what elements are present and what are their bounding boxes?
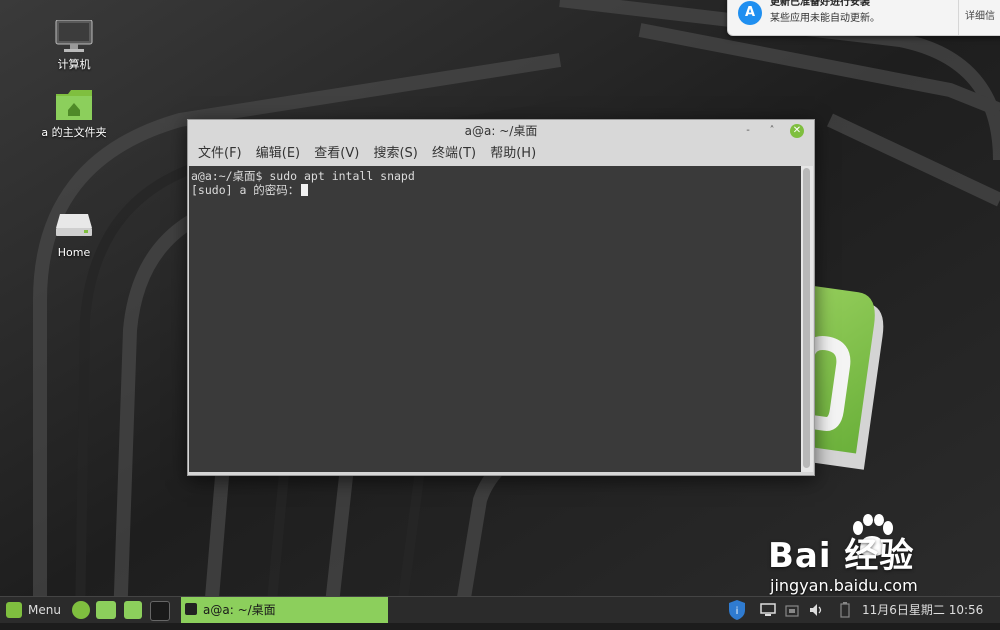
terminal-line: [sudo] a 的密码： xyxy=(191,183,300,197)
menu-edit[interactable]: 编辑(E) xyxy=(256,142,300,166)
battery-icon[interactable] xyxy=(838,597,852,623)
terminal-output[interactable]: a@a:~/桌面$ sudo apt intall snapd [sudo] a… xyxy=(189,166,801,472)
terminal-window[interactable]: a@a: ~/桌面 - ˄ ✕ 文件(F) 编辑(E) 查看(V) 搜索(S) … xyxy=(187,119,815,476)
desktop-icon-label: 计算机 xyxy=(57,58,91,71)
clock[interactable]: 11月6日星期二 10:56 xyxy=(862,597,983,623)
show-desktop-icon[interactable] xyxy=(72,601,90,619)
scrollbar-thumb[interactable] xyxy=(803,168,810,468)
menu-button-label: Menu xyxy=(28,603,61,617)
update-notification[interactable]: A 更新已准备好进行安装 某些应用未能自动更新。 详细信 xyxy=(727,0,1000,36)
notification-body: 某些应用未能自动更新。 xyxy=(770,13,880,24)
shield-icon[interactable]: i xyxy=(728,597,746,623)
menu-terminal[interactable]: 终端(T) xyxy=(432,142,476,166)
desktop-icon-home-drive[interactable]: Home xyxy=(29,210,119,259)
volume-icon[interactable] xyxy=(808,597,824,623)
desktop-icon-home-folder[interactable]: a 的主文件夹 xyxy=(29,88,119,140)
menu-button[interactable]: Menu xyxy=(2,597,62,623)
taskbar: Menu a@a: ~/桌面 i 11月6日星期二 10:56 xyxy=(0,596,1000,623)
watermark-url: jingyan.baidu.com xyxy=(770,576,918,595)
notification-title: 更新已准备好进行安装 xyxy=(770,0,870,8)
computer-icon xyxy=(54,19,94,52)
baidu-watermark: Bai 经验 jingyan.baidu.com xyxy=(768,510,998,600)
menu-bar: 文件(F) 编辑(E) 查看(V) 搜索(S) 终端(T) 帮助(H) xyxy=(188,142,814,166)
text-cursor xyxy=(301,184,309,196)
notification-details-button[interactable]: 详细信 xyxy=(958,0,1000,35)
taskbar-window-label: a@a: ~/桌面 xyxy=(203,603,276,617)
display-icon[interactable] xyxy=(760,597,776,623)
watermark-brand: Bai 经验 xyxy=(768,536,915,576)
terminal-launcher-icon[interactable] xyxy=(150,601,170,621)
maximize-button[interactable]: ˄ xyxy=(765,124,779,138)
scrollbar[interactable] xyxy=(801,166,813,472)
network-icon[interactable] xyxy=(784,597,800,623)
desktop-icon-label: a 的主文件夹 xyxy=(41,126,107,139)
menu-search[interactable]: 搜索(S) xyxy=(373,142,417,166)
close-button[interactable]: ✕ xyxy=(790,124,804,138)
menu-help[interactable]: 帮助(H) xyxy=(490,142,536,166)
mint-logo-icon xyxy=(6,602,22,618)
menu-file[interactable]: 文件(F) xyxy=(198,142,242,166)
desktop-icon-label: Home xyxy=(57,246,91,259)
desktop-icon-computer[interactable]: 计算机 xyxy=(29,19,119,72)
taskbar-window-terminal[interactable]: a@a: ~/桌面 xyxy=(181,597,388,623)
terminal-prompt-line: [sudo] a 的密码： xyxy=(191,182,309,198)
files-launcher-icon[interactable] xyxy=(96,601,116,619)
folder-launcher-icon[interactable] xyxy=(124,601,142,619)
menu-view[interactable]: 查看(V) xyxy=(314,142,359,166)
terminal-icon xyxy=(185,603,197,615)
minimize-button[interactable]: - xyxy=(741,124,755,138)
drive-icon xyxy=(54,210,94,242)
window-title: a@a: ~/桌面 xyxy=(188,120,814,142)
home-folder-icon xyxy=(54,88,94,120)
svg-text:i: i xyxy=(736,606,739,617)
app-store-icon: A xyxy=(738,1,762,25)
